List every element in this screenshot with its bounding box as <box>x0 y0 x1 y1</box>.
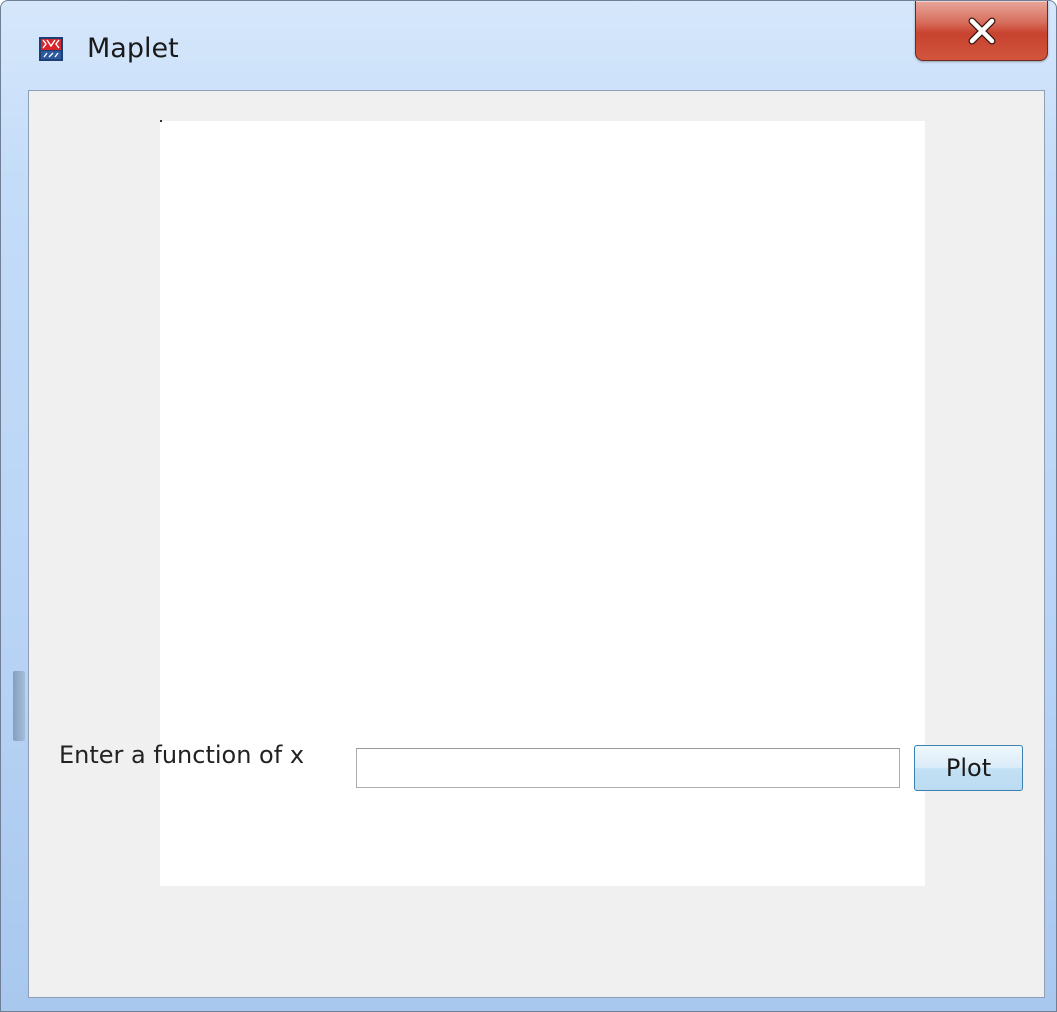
maple-app-icon <box>39 37 63 61</box>
function-input[interactable] <box>356 748 900 788</box>
maplet-window: Maplet Enter a function of x Plot <box>0 0 1057 1012</box>
window-edge-handle <box>13 671 25 741</box>
close-icon <box>968 17 995 44</box>
title-bar[interactable]: Maplet <box>1 1 1056 89</box>
plot-corner-mark <box>160 120 162 122</box>
plot-button[interactable]: Plot <box>914 745 1023 791</box>
close-button[interactable] <box>915 1 1048 61</box>
window-title: Maplet <box>87 33 179 64</box>
function-label: Enter a function of x <box>59 741 305 769</box>
client-area: Enter a function of x Plot <box>28 90 1045 998</box>
